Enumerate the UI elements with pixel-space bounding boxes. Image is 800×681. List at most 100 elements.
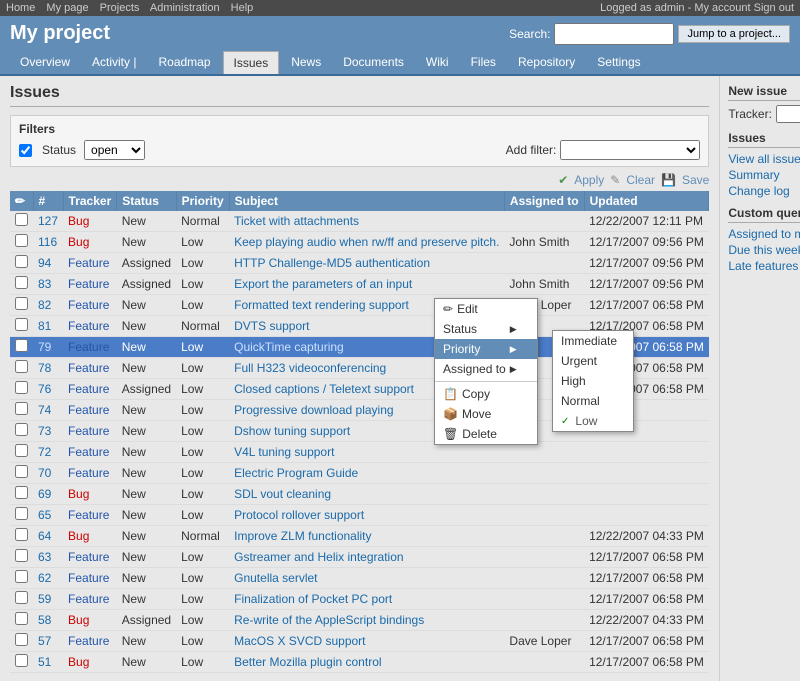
row-id-link[interactable]: 74 (38, 403, 51, 417)
priority-normal[interactable]: Normal (553, 391, 633, 411)
row-checkbox[interactable] (15, 360, 28, 373)
tab-files[interactable]: Files (461, 51, 506, 74)
priority-high[interactable]: High (553, 371, 633, 391)
search-input[interactable] (554, 23, 674, 45)
row-checkbox[interactable] (15, 591, 28, 604)
row-subject-link[interactable]: Closed captions / Teletext support (234, 382, 414, 396)
row-subject-link[interactable]: Progressive download playing (234, 403, 393, 417)
row-id-link[interactable]: 78 (38, 361, 51, 375)
menu-priority[interactable]: Priority (435, 339, 537, 359)
row-id-link[interactable]: 62 (38, 571, 51, 585)
row-subject-link[interactable]: SDL vout cleaning (234, 487, 331, 501)
row-checkbox[interactable] (15, 234, 28, 247)
row-checkbox[interactable] (15, 486, 28, 499)
row-subject-link[interactable]: HTTP Challenge-MD5 authentication (234, 256, 430, 270)
tab-documents[interactable]: Documents (333, 51, 414, 74)
tab-issues[interactable]: Issues (223, 51, 280, 74)
summary-link[interactable]: Summary (728, 168, 800, 182)
row-subject-link[interactable]: Protocol rollover support (234, 508, 364, 522)
row-checkbox[interactable] (15, 465, 28, 478)
header-updated[interactable]: Updated (584, 191, 709, 211)
tracker-select[interactable]: Bug Feature (776, 105, 800, 123)
save-link[interactable]: Save (682, 173, 709, 187)
row-id-link[interactable]: 83 (38, 277, 51, 291)
tab-news[interactable]: News (281, 51, 331, 74)
row-checkbox[interactable] (15, 528, 28, 541)
row-checkbox[interactable] (15, 381, 28, 394)
row-id-link[interactable]: 81 (38, 319, 51, 333)
clear-link[interactable]: Clear (626, 173, 655, 187)
row-subject-link[interactable]: Gstreamer and Helix integration (234, 550, 403, 564)
row-id-link[interactable]: 63 (38, 550, 51, 564)
row-checkbox[interactable] (15, 276, 28, 289)
header-tracker[interactable]: Tracker (63, 191, 117, 211)
row-checkbox[interactable] (15, 654, 28, 667)
row-id-link[interactable]: 72 (38, 445, 51, 459)
row-id-link[interactable]: 57 (38, 634, 51, 648)
row-subject-link[interactable]: MacOS X SVCD support (234, 634, 365, 648)
header-subject[interactable]: Subject (229, 191, 504, 211)
row-checkbox[interactable] (15, 423, 28, 436)
menu-edit[interactable]: ✏ Edit (435, 299, 537, 319)
due-this-week-link[interactable]: Due this week (728, 243, 800, 257)
menu-delete[interactable]: 🗑 Delete (435, 424, 537, 444)
nav-mypage[interactable]: My page (46, 2, 88, 14)
tab-settings[interactable]: Settings (587, 51, 650, 74)
apply-link[interactable]: Apply (574, 173, 604, 187)
row-subject-link[interactable]: DVTS support (234, 319, 309, 333)
row-subject-link[interactable]: Ticket with attachments (234, 214, 359, 228)
late-features-link[interactable]: Late features (728, 259, 800, 273)
row-subject-link[interactable]: V4L tuning support (234, 445, 334, 459)
change-log-link[interactable]: Change log (728, 184, 800, 198)
priority-immediate[interactable]: Immediate (553, 331, 633, 351)
row-id-link[interactable]: 116 (38, 235, 57, 249)
view-all-issues-link[interactable]: View all issues (728, 152, 800, 166)
menu-assigned-to[interactable]: Assigned to (435, 359, 537, 379)
tab-overview[interactable]: Overview (10, 51, 80, 74)
row-id-link[interactable]: 94 (38, 256, 51, 270)
row-subject-link[interactable]: Re-write of the AppleScript bindings (234, 613, 424, 627)
row-id-link[interactable]: 70 (38, 466, 51, 480)
row-id-link[interactable]: 59 (38, 592, 51, 606)
row-checkbox[interactable] (15, 549, 28, 562)
status-filter-select[interactable]: open closed * (84, 140, 145, 160)
menu-status[interactable]: Status (435, 319, 537, 339)
row-id-link[interactable]: 73 (38, 424, 51, 438)
row-id-link[interactable]: 127 (38, 214, 58, 228)
row-id-link[interactable]: 65 (38, 508, 51, 522)
row-id-link[interactable]: 79 (38, 340, 51, 354)
priority-urgent[interactable]: Urgent (553, 351, 633, 371)
row-subject-link[interactable]: Formatted text rendering support (234, 298, 409, 312)
row-checkbox[interactable] (15, 570, 28, 583)
row-checkbox[interactable] (15, 297, 28, 310)
header-status[interactable]: Status (117, 191, 176, 211)
header-priority[interactable]: Priority (176, 191, 229, 211)
header-assigned-to[interactable]: Assigned to (504, 191, 584, 211)
row-id-link[interactable]: 69 (38, 487, 51, 501)
row-subject-link[interactable]: Full H323 videoconferencing (234, 361, 386, 375)
menu-copy[interactable]: 📋 Copy (435, 384, 537, 404)
tab-repository[interactable]: Repository (508, 51, 585, 74)
menu-move[interactable]: 📦 Move (435, 404, 537, 424)
row-checkbox[interactable] (15, 339, 28, 352)
row-checkbox[interactable] (15, 255, 28, 268)
row-subject-link[interactable]: Better Mozilla plugin control (234, 655, 381, 669)
nav-home[interactable]: Home (6, 2, 35, 14)
assigned-to-me-link[interactable]: Assigned to me (728, 227, 800, 241)
jump-to-project-button[interactable]: Jump to a project... (678, 25, 790, 43)
row-checkbox[interactable] (15, 402, 28, 415)
row-id-link[interactable]: 51 (38, 655, 51, 669)
header-id[interactable]: # (33, 191, 63, 211)
row-checkbox[interactable] (15, 213, 28, 226)
row-subject-link[interactable]: Gnutella servlet (234, 571, 317, 585)
tab-activity[interactable]: Activity | (82, 51, 146, 74)
row-subject-link[interactable]: Electric Program Guide (234, 466, 358, 480)
row-checkbox[interactable] (15, 444, 28, 457)
row-id-link[interactable]: 76 (38, 382, 51, 396)
row-subject-link[interactable]: Export the parameters of an input (234, 277, 412, 291)
row-checkbox[interactable] (15, 633, 28, 646)
priority-low[interactable]: Low (553, 411, 633, 431)
nav-help[interactable]: Help (231, 2, 254, 14)
row-subject-link[interactable]: Improve ZLM functionality (234, 529, 371, 543)
tab-roadmap[interactable]: Roadmap (148, 51, 220, 74)
